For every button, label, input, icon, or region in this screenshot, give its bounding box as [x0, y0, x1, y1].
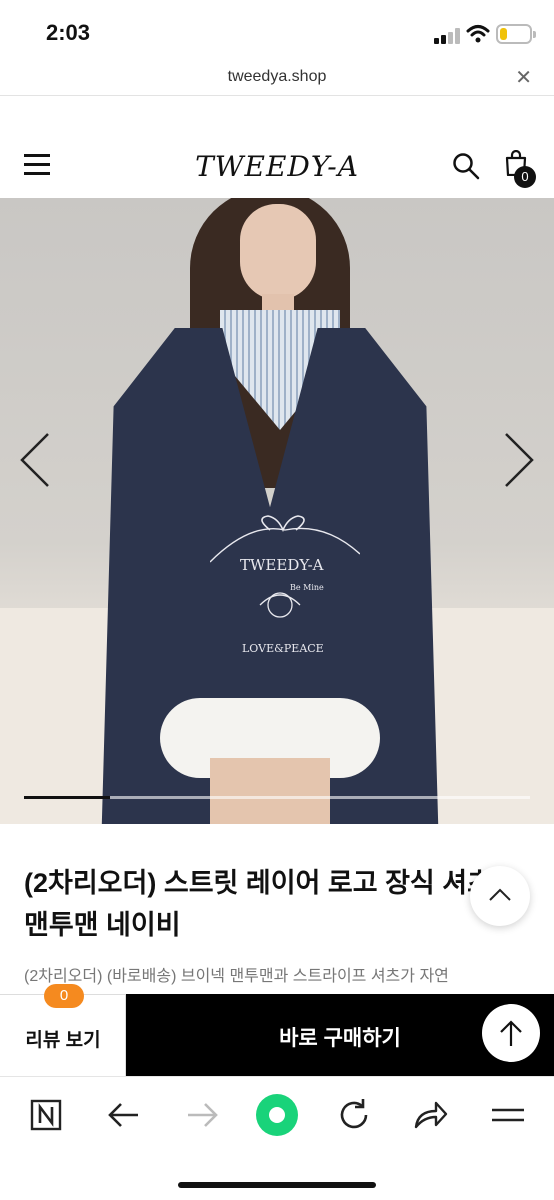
menu-lines-icon [492, 1108, 524, 1122]
cart-button[interactable]: 0 [504, 149, 536, 188]
share-arrow-icon [414, 1101, 448, 1129]
carousel-progress-fill [24, 796, 111, 799]
product-title: (2차리오더) 스트릿 레이어 로고 장식 셔츠 맨투맨 네이비 [24, 868, 492, 940]
reload-icon [340, 1099, 368, 1129]
review-count-badge: 0 [44, 984, 84, 1008]
search-icon[interactable] [452, 152, 480, 180]
sweatshirt-print-graphic: TWEEDY-A Be Mine LOVE&PEACE [210, 515, 360, 655]
site-header: TWEEDY-A 0 [0, 138, 554, 196]
naver-n-icon [30, 1099, 62, 1131]
review-button-label: 리뷰 보기 [25, 1030, 101, 1051]
arrow-left-icon [108, 1103, 138, 1127]
product-image-carousel[interactable]: TWEEDY-A Be Mine LOVE&PEACE [0, 198, 554, 824]
status-bar: 2:03 [0, 0, 554, 62]
print-be-mine-text: Be Mine [290, 583, 324, 592]
arrow-right-icon [188, 1103, 218, 1127]
home-indicator [178, 1182, 376, 1188]
signal-icon [434, 28, 460, 44]
carousel-prev-icon[interactable] [18, 430, 52, 490]
model-face [240, 204, 316, 300]
browser-url-bar[interactable]: tweedya.shop ✕ [0, 62, 554, 96]
print-brand-text: TWEEDY-A [240, 556, 324, 574]
naver-home-button[interactable] [26, 1095, 66, 1135]
battery-icon [496, 24, 536, 44]
arrow-up-icon [500, 1020, 522, 1046]
purchase-bar: 리뷰 보기 0 바로 구매하기 [0, 984, 554, 1076]
wifi-icon [466, 25, 490, 43]
model-legs [210, 758, 330, 824]
more-menu-button[interactable] [488, 1095, 528, 1135]
chevron-up-icon [489, 888, 511, 901]
back-button[interactable] [104, 1095, 144, 1135]
green-dot-button[interactable] [255, 1093, 299, 1137]
carousel-next-icon[interactable] [502, 430, 536, 490]
close-icon[interactable]: ✕ [515, 65, 532, 90]
url-text[interactable]: tweedya.shop [0, 68, 554, 86]
print-love-peace-text: LOVE&PEACE [242, 642, 324, 655]
status-time: 2:03 [46, 20, 91, 45]
reload-button[interactable] [334, 1095, 374, 1135]
scroll-up-button[interactable] [482, 1004, 540, 1062]
forward-button[interactable] [182, 1095, 222, 1135]
cart-count-badge: 0 [514, 166, 536, 188]
green-dot-icon [256, 1094, 298, 1136]
carousel-progress-bar [24, 796, 530, 799]
share-button[interactable] [410, 1095, 450, 1135]
scroll-top-button[interactable] [470, 866, 530, 926]
product-description: (2차리오더) (바로배송) 브이넥 맨투맨과 스트라이프 셔츠가 자연 [24, 968, 449, 985]
